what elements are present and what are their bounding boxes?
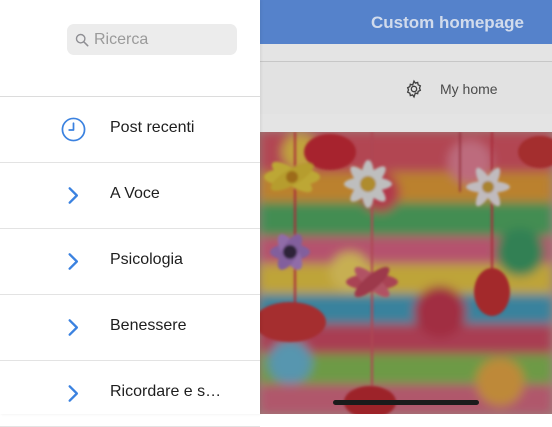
flowers-hero-image: [260, 132, 552, 414]
chevron-right-icon: [68, 319, 79, 336]
menu-item-label: Psicologia: [110, 251, 183, 268]
menu-item-ricordare[interactable]: Ricordare e s…: [0, 361, 260, 427]
menu-item-label: Benessere: [110, 317, 187, 334]
chevron-right-icon: [68, 187, 79, 204]
menu-item-label: Ricordare e s…: [110, 383, 222, 400]
drawer-menu: Post recenti A Voce Psicologia Benessere…: [0, 97, 260, 427]
chevron-right-icon: [68, 385, 79, 402]
app-title: Custom homepage: [370, 13, 524, 32]
menu-item-a-voce[interactable]: A Voce: [0, 163, 260, 229]
search-input[interactable]: [94, 30, 224, 49]
menu-item-post-recenti[interactable]: Post recenti: [0, 97, 260, 163]
search-bar[interactable]: [67, 24, 237, 55]
menu-item-label: Post recenti: [110, 119, 195, 136]
background-app: Custom homepage My home: [260, 0, 552, 414]
home-indicator: [333, 400, 479, 405]
side-drawer: Post recenti A Voce Psicologia Benessere…: [0, 0, 260, 427]
app-toolbar: My home: [260, 62, 552, 114]
menu-item-label: A Voce: [110, 185, 160, 202]
menu-item-psicologia[interactable]: Psicologia: [0, 229, 260, 295]
gear-icon: [406, 79, 422, 99]
menu-item-benessere[interactable]: Benessere: [0, 295, 260, 361]
app-header: Custom homepage: [260, 0, 552, 44]
my-home-button[interactable]: My home: [404, 78, 498, 100]
my-home-label: My home: [440, 81, 498, 97]
search-icon: [75, 33, 89, 46]
clock-icon: [61, 117, 86, 142]
chevron-right-icon: [68, 253, 79, 270]
